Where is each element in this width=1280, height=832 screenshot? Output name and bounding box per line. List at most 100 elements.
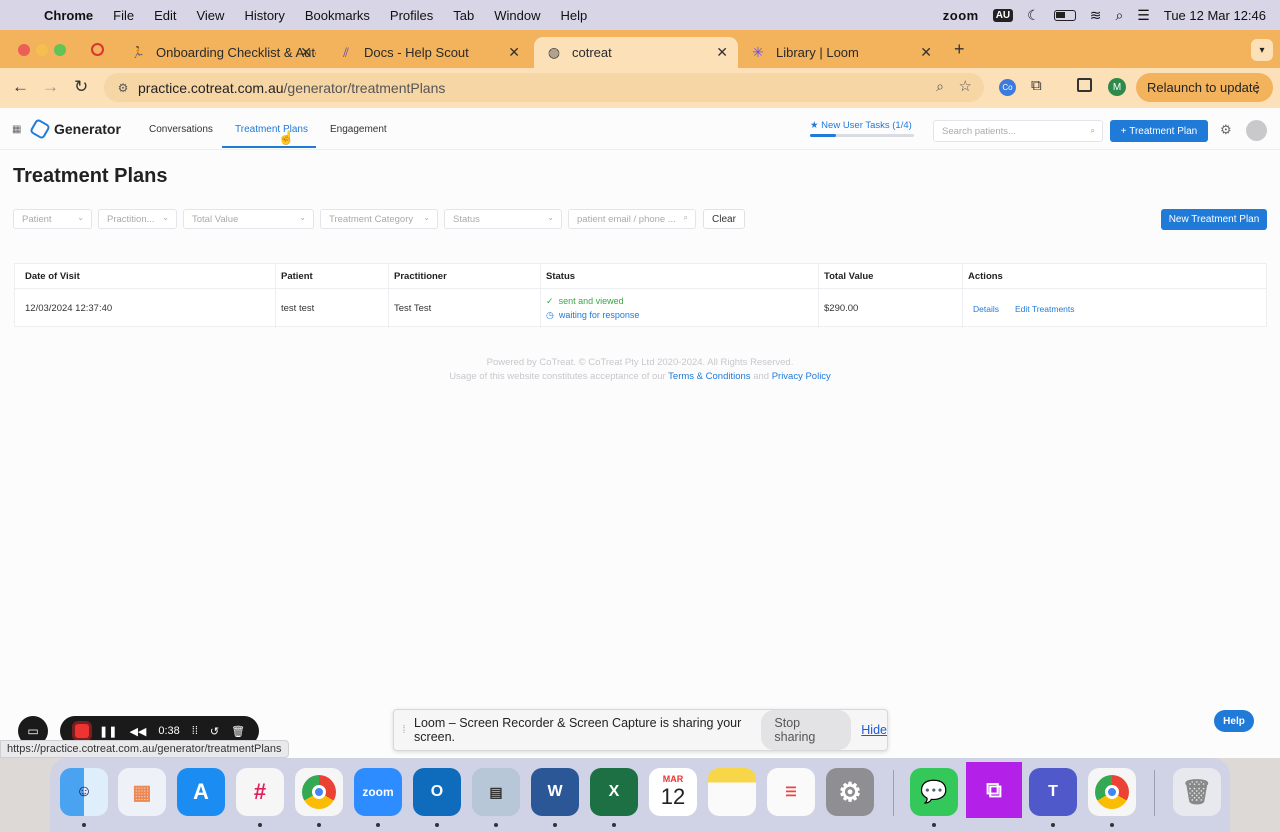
close-icon[interactable]: ✕ (920, 44, 932, 61)
filter-status[interactable]: Status ⌄ (444, 209, 562, 229)
extensions-puzzle-icon[interactable]: ⧉ (1031, 77, 1042, 94)
privacy-link[interactable]: Privacy Policy (772, 371, 831, 382)
menu-help[interactable]: Help (561, 8, 588, 23)
clear-filters-button[interactable]: Clear (703, 209, 745, 229)
edit-treatments-link[interactable]: Edit Treatments (1015, 304, 1075, 314)
menu-bookmarks[interactable]: Bookmarks (305, 8, 370, 23)
settings-gear-icon[interactable]: ⚙ (1220, 122, 1232, 138)
new-tab-plus-icon[interactable]: + (954, 39, 965, 60)
messages-icon[interactable]: 💬 (910, 768, 958, 816)
menubar-clock[interactable]: Tue 12 Mar 12:46 (1164, 8, 1266, 23)
zoom-status-icon[interactable]: zoom (943, 8, 979, 23)
slack-icon[interactable]: # (236, 768, 284, 816)
screen-share-app-icon[interactable]: ⧉ (966, 762, 1022, 818)
site-info-icon[interactable]: ⚙ (108, 81, 138, 95)
app-title[interactable]: Generator (54, 121, 121, 137)
app-grid-icon[interactable]: ▦ (12, 124, 21, 135)
filter-treatment-category[interactable]: Treatment Category ⌄ (320, 209, 438, 229)
user-avatar[interactable] (1246, 120, 1267, 141)
window-close-button[interactable] (18, 44, 30, 56)
header-total-value[interactable]: Total Value (824, 271, 873, 282)
excel-icon[interactable]: X (590, 768, 638, 816)
filter-patient[interactable]: Patient ⌄ (13, 209, 92, 229)
system-settings-icon[interactable]: ⚙ (826, 768, 874, 816)
new-user-tasks-link[interactable]: ★ New User Tasks (1/4) (810, 120, 912, 131)
bookmark-star-icon[interactable]: ☆ (959, 77, 972, 95)
chrome-icon[interactable] (295, 768, 343, 816)
chrome-second-icon[interactable] (1088, 768, 1136, 816)
profile-avatar[interactable]: M (1108, 78, 1126, 96)
battery-icon[interactable] (1053, 9, 1076, 21)
help-button[interactable]: Help (1214, 710, 1254, 732)
header-status[interactable]: Status (546, 271, 575, 282)
nav-treatment-plans[interactable]: Treatment Plans (235, 124, 308, 135)
focus-moon-icon[interactable]: ☾ (1027, 7, 1040, 24)
trash-bin-icon[interactable]: 🗑 (1173, 768, 1221, 816)
preview-icon[interactable]: ▤ (472, 768, 520, 816)
menu-tab[interactable]: Tab (453, 8, 474, 23)
new-treatment-plan-button[interactable]: New Treatment Plan (1161, 209, 1267, 230)
filter-practitioner[interactable]: Practition... ⌄ (98, 209, 177, 229)
notes-icon[interactable] (708, 768, 756, 816)
app-store-icon[interactable]: A (177, 768, 225, 816)
menu-view[interactable]: View (196, 8, 224, 23)
side-panel-icon[interactable] (1077, 78, 1092, 92)
hide-banner-link[interactable]: Hide (861, 723, 887, 737)
window-zoom-button[interactable] (54, 44, 66, 56)
menu-app-name[interactable]: Chrome (44, 8, 93, 23)
control-center-icon[interactable]: ☰ (1137, 7, 1150, 24)
calendar-icon[interactable]: MAR 12 (649, 768, 697, 816)
tab-onboarding[interactable]: 🏃 Onboarding Checklist & Autom ✕ (118, 37, 322, 68)
relaunch-to-update-button[interactable]: Relaunch to update ⋮ (1136, 73, 1273, 102)
stop-sharing-button[interactable]: Stop sharing (761, 710, 852, 750)
tab-search-chevron-icon[interactable]: ▾ (1251, 39, 1273, 61)
rewind-icon[interactable]: ◀◀ (129, 725, 146, 738)
nav-conversations[interactable]: Conversations (149, 124, 213, 135)
trash-icon[interactable]: 🗑 (231, 725, 245, 738)
menu-profiles[interactable]: Profiles (390, 8, 433, 23)
address-bar[interactable]: ⚙ practice.cotreat.com.au/generator/trea… (104, 73, 984, 102)
drag-handle-icon[interactable]: ⁞ (394, 724, 414, 736)
restart-icon[interactable]: ↺ (210, 725, 219, 738)
menu-history[interactable]: History (244, 8, 284, 23)
pause-icon[interactable]: ❚❚ (99, 725, 117, 738)
zoom-app-icon[interactable]: zoom (354, 768, 402, 816)
menu-edit[interactable]: Edit (154, 8, 176, 23)
header-patient[interactable]: Patient (281, 271, 313, 282)
window-minimize-button[interactable] (36, 44, 48, 56)
filter-total-value[interactable]: Total Value ⌄ (183, 209, 314, 229)
close-icon[interactable]: ✕ (716, 44, 728, 61)
drawing-grid-icon[interactable]: ⁞⁞ (192, 725, 198, 737)
nav-engagement[interactable]: Engagement (330, 124, 387, 135)
finder-icon[interactable]: ☺ (60, 768, 108, 816)
stop-recording-button[interactable] (75, 724, 89, 738)
zoom-magnifier-icon[interactable]: ⌕ (936, 78, 944, 95)
word-icon[interactable]: W (531, 768, 579, 816)
extension-co-icon[interactable]: Co (999, 79, 1016, 96)
back-arrow-icon[interactable]: ← (12, 77, 29, 97)
menu-window[interactable]: Window (494, 8, 540, 23)
tab-help-scout[interactable]: ⫽ Docs - Help Scout ✕ (326, 37, 530, 68)
forward-arrow-icon[interactable]: → (42, 77, 59, 97)
menu-file[interactable]: File (113, 8, 134, 23)
reminders-icon[interactable]: ☰ (767, 768, 815, 816)
tab-loom[interactable]: ✳ Library | Loom ✕ (738, 37, 942, 68)
launchpad-icon[interactable]: ▦ (118, 768, 166, 816)
kebab-menu-icon[interactable]: ⋮ (1250, 79, 1264, 96)
reload-icon[interactable]: ↻ (74, 77, 88, 97)
wifi-icon[interactable]: ≋ (1090, 7, 1102, 24)
teams-icon[interactable]: T (1029, 768, 1077, 816)
input-source-badge[interactable]: AU (992, 8, 1014, 22)
outlook-icon[interactable]: O (413, 768, 461, 816)
tab-cotreat[interactable]: ◍ cotreat ✕ (534, 37, 738, 68)
close-icon[interactable]: ✕ (300, 44, 312, 61)
terms-link[interactable]: Terms & Conditions (668, 371, 750, 382)
add-treatment-plan-button[interactable]: + Treatment Plan (1110, 120, 1208, 142)
details-link[interactable]: Details (973, 304, 999, 314)
header-date-of-visit[interactable]: Date of Visit (25, 271, 80, 282)
patient-email-phone-search[interactable]: patient email / phone ... ⌕ (568, 209, 696, 229)
close-icon[interactable]: ✕ (508, 44, 520, 61)
spotlight-search-icon[interactable]: ⌕ (1115, 7, 1123, 24)
search-patients-input[interactable]: Search patients... ⌕ (933, 120, 1103, 142)
header-practitioner[interactable]: Practitioner (394, 271, 447, 282)
